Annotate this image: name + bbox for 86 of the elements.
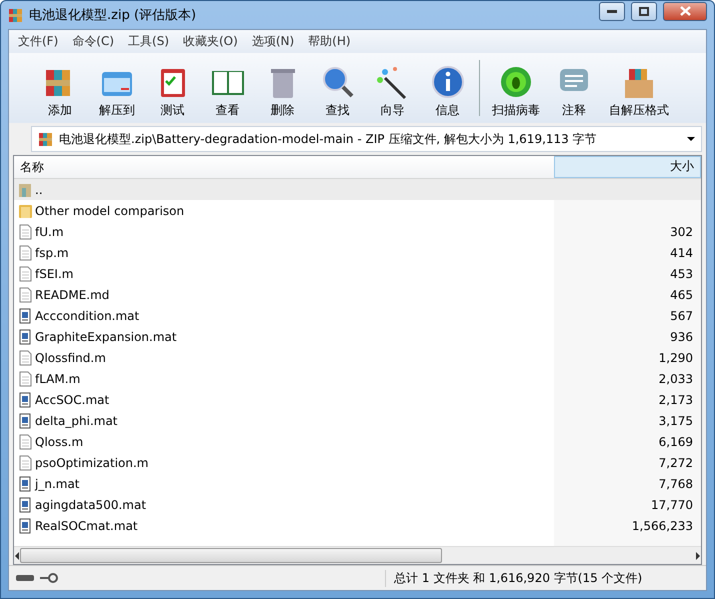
file-size: 1,290 [658, 350, 693, 364]
file-name[interactable]: README.md [35, 288, 110, 302]
document-icon [18, 350, 32, 366]
toolbar-button[interactable]: 注释 [548, 64, 600, 119]
file-size: 453 [670, 266, 693, 280]
file-size: 302 [670, 224, 693, 238]
minimize-button[interactable] [599, 2, 625, 20]
file-name[interactable]: .. [35, 182, 43, 196]
minimize-icon [607, 10, 617, 12]
file-name[interactable]: psoOptimization.m [35, 456, 148, 470]
file-name[interactable]: Qlossfind.m [35, 350, 106, 364]
menu-item[interactable]: 选项(N) [246, 32, 300, 51]
file-name[interactable]: Acccondition.mat [35, 308, 140, 322]
document-icon [18, 454, 32, 470]
file-size: 3,175 [658, 414, 693, 428]
window-title: 电池退化模型.zip (评估版本) [29, 7, 198, 24]
data-file-icon [18, 496, 32, 512]
folder-up-icon [18, 182, 32, 198]
toolbar-button[interactable]: 信息 [420, 64, 475, 119]
file-size: 7,272 [658, 456, 693, 470]
file-size: 2,173 [658, 392, 693, 406]
file-name[interactable]: Qloss.m [35, 434, 84, 448]
file-name[interactable]: fsp.m [35, 246, 69, 260]
column-header[interactable]: 大小 [554, 156, 701, 178]
file-size: 6,169 [658, 434, 693, 448]
file-name[interactable]: AccSOC.mat [35, 392, 110, 406]
folder-icon [18, 202, 32, 218]
file-size: 414 [670, 246, 693, 260]
file-size: 567 [670, 308, 693, 322]
document-icon [18, 370, 32, 386]
file-name[interactable]: RealSOCmat.mat [35, 518, 138, 532]
status-text: 总计 1 文件夹 和 1,616,920 字节(15 个文件) [385, 570, 642, 586]
toolbar-button[interactable]: 自解压格式 [600, 64, 678, 119]
toolbar-button[interactable]: 测试 [145, 64, 200, 119]
maximize-button[interactable] [631, 2, 657, 20]
key-icon [39, 572, 59, 584]
toolbar-button[interactable]: 扫描病毒 [484, 64, 548, 119]
toolbar-button[interactable]: 查看 [200, 64, 255, 119]
file-name[interactable]: Other model comparison [35, 204, 184, 218]
document-icon [18, 244, 32, 260]
close-button[interactable] [663, 2, 707, 20]
menu-item[interactable]: 命令(C) [67, 32, 120, 51]
drive-icon [15, 572, 35, 584]
data-file-icon [18, 412, 32, 428]
document-icon [18, 286, 32, 302]
file-name[interactable]: fSEI.m [35, 266, 74, 280]
data-file-icon [18, 328, 32, 344]
menu-item[interactable]: 帮助(H) [303, 32, 356, 51]
document-icon [18, 434, 32, 450]
file-size: 2,033 [658, 372, 693, 386]
file-size: 7,768 [658, 476, 693, 490]
toolbar-button[interactable]: 查找 [310, 64, 365, 119]
scroll-right-icon [695, 552, 701, 560]
data-file-icon [18, 518, 32, 534]
toolbar-button[interactable]: 解压到 [89, 64, 145, 119]
document-icon [18, 266, 32, 282]
toolbar-button[interactable]: 删除 [255, 64, 310, 119]
menu-item[interactable]: 文件(F) [13, 32, 64, 51]
toolbar-button[interactable]: 向导 [365, 64, 420, 119]
file-size: 1,566,233 [632, 518, 693, 532]
file-name[interactable]: fLAM.m [35, 372, 80, 386]
menu-item[interactable]: 工具(S) [123, 32, 174, 51]
address-path: 电池退化模型.zip\Battery-degradation-model-main - ZIP 压缩文件, 解包大小为 1,619,113 字节 [59, 130, 598, 148]
data-file-icon [18, 392, 32, 408]
archive-icon [8, 7, 23, 23]
file-name[interactable]: j_n.mat [35, 476, 80, 490]
archive-icon [38, 131, 53, 147]
toolbar-button[interactable]: 添加 [31, 64, 89, 119]
file-size: 936 [670, 330, 693, 344]
data-file-icon [18, 476, 32, 492]
file-name[interactable]: GraphiteExpansion.mat [35, 330, 177, 344]
address-bar[interactable]: 电池退化模型.zip\Battery-degradation-model-main - ZIP 压缩文件, 解包大小为 1,619,113 字节 [31, 126, 702, 152]
file-name[interactable]: agingdata500.mat [35, 498, 146, 512]
file-size: 465 [670, 288, 693, 302]
close-icon [680, 6, 690, 16]
dropdown-caret-icon [687, 137, 695, 141]
data-file-icon [18, 308, 32, 324]
file-name[interactable]: fU.m [35, 224, 64, 238]
menu-item[interactable]: 收藏夹(O) [178, 32, 243, 51]
info-icon [430, 64, 466, 100]
document-icon [18, 224, 32, 240]
maximize-icon [639, 6, 649, 16]
selected-row[interactable]: .. [14, 179, 701, 200]
scrollbar-thumb[interactable] [20, 548, 442, 563]
file-name[interactable]: delta_phi.mat [35, 414, 118, 428]
file-size: 17,770 [651, 498, 693, 512]
